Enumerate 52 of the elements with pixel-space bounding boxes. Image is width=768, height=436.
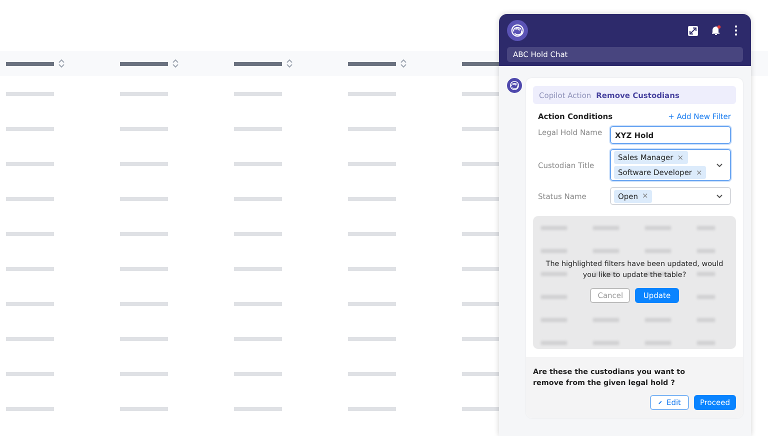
placeholder-bar — [6, 232, 54, 236]
placeholder-bar — [234, 266, 282, 270]
header-placeholder-bar — [348, 62, 396, 66]
more-options-icon[interactable] — [734, 25, 738, 36]
placeholder-bar — [234, 196, 282, 200]
header-placeholder-bar — [120, 62, 168, 66]
placeholder-bar — [6, 126, 54, 130]
placeholder-bar — [234, 372, 282, 376]
notification-bell-icon[interactable] — [711, 25, 721, 36]
placeholder-bar — [348, 302, 396, 306]
header-placeholder-bar — [6, 62, 54, 66]
placeholder-bar — [234, 232, 282, 236]
dropdown-caret-icon[interactable] — [716, 162, 723, 168]
header-placeholder-bar — [234, 62, 282, 66]
placeholder-bar — [234, 336, 282, 340]
placeholder-bar — [120, 372, 168, 376]
placeholder-bar — [348, 92, 396, 96]
placeholder-bar — [234, 126, 282, 130]
placeholder-bar — [348, 266, 396, 270]
placeholder-bar — [348, 126, 396, 130]
expand-icon[interactable] — [688, 26, 698, 36]
placeholder-bar — [6, 266, 54, 270]
placeholder-bar — [6, 406, 54, 410]
placeholder-bar — [120, 266, 168, 270]
pencil-icon — [658, 399, 662, 406]
placeholder-bar — [120, 232, 168, 236]
dropdown-caret-icon[interactable] — [716, 194, 723, 198]
placeholder-bar — [6, 196, 54, 200]
placeholder-bar — [348, 372, 396, 376]
placeholder-bar — [6, 92, 54, 96]
placeholder-bar — [120, 92, 168, 96]
placeholder-bar — [234, 406, 282, 410]
placeholder-bar — [234, 162, 282, 166]
assistant-avatar-icon — [507, 78, 522, 93]
placeholder-bar — [120, 196, 168, 200]
placeholder-bar — [120, 162, 168, 166]
placeholder-bar — [120, 302, 168, 306]
placeholder-bar — [120, 406, 168, 410]
placeholder-bar — [6, 302, 54, 306]
placeholder-bar — [348, 406, 396, 410]
placeholder-bar — [348, 232, 396, 236]
placeholder-bar — [6, 336, 54, 340]
placeholder-bar — [348, 196, 396, 200]
placeholder-bar — [234, 92, 282, 96]
placeholder-bar — [348, 336, 396, 340]
placeholder-bar — [234, 302, 282, 306]
placeholder-bar — [120, 336, 168, 340]
logo-icon — [507, 20, 528, 41]
placeholder-bar — [348, 162, 396, 166]
placeholder-bar — [6, 162, 54, 166]
placeholder-bar — [6, 372, 54, 376]
placeholder-bar — [120, 126, 168, 130]
